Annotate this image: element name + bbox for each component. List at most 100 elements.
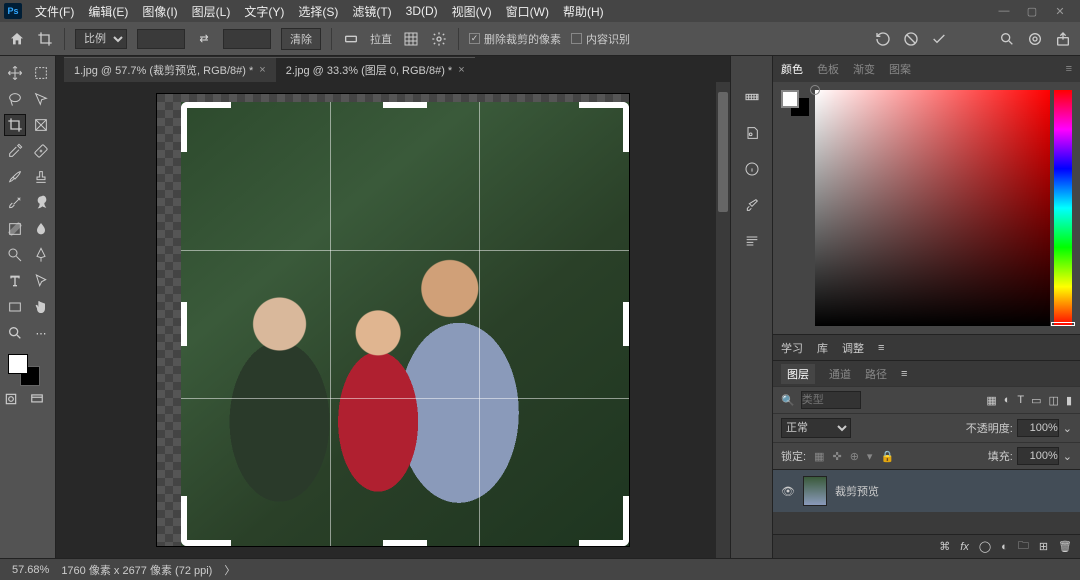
tab-paths[interactable]: 路径	[865, 366, 887, 382]
marquee-tool[interactable]	[30, 62, 52, 84]
tab-swatches[interactable]: 色板	[817, 61, 839, 77]
healing-tool[interactable]	[30, 140, 52, 162]
eyedropper-tool[interactable]	[4, 140, 26, 162]
layer-mask-icon[interactable]: ◯	[979, 540, 991, 553]
content-aware-checkbox[interactable]: 内容识别	[571, 31, 630, 47]
edit-toolbar[interactable]: ⋯	[30, 322, 52, 344]
menu-filter[interactable]: 滤镜(T)	[345, 3, 398, 20]
vertical-scrollbar[interactable]	[716, 82, 730, 558]
crop-settings-icon[interactable]	[430, 30, 448, 48]
crop-tool[interactable]	[4, 114, 26, 136]
ratio-w-input[interactable]	[137, 29, 185, 49]
filter-shape-icon[interactable]: ▭	[1031, 394, 1041, 407]
doc-dimensions[interactable]: 1760 像素 x 2677 像素 (72 ppi)	[61, 562, 212, 578]
menu-image[interactable]: 图像(I)	[135, 3, 184, 20]
blur-tool[interactable]	[30, 218, 52, 240]
move-tool[interactable]	[4, 62, 26, 84]
group-icon[interactable]: 🗀	[1018, 537, 1029, 556]
panel-menu-icon[interactable]: ≡	[878, 342, 884, 354]
reset-crop-icon[interactable]	[874, 30, 892, 48]
path-select-tool[interactable]	[30, 270, 52, 292]
document-tab-2[interactable]: 2.jpg @ 33.3% (图层 0, RGB/8#) *×	[276, 57, 475, 82]
maximize-button[interactable]: ▢	[1024, 3, 1040, 19]
view-extras-icon[interactable]	[1026, 30, 1044, 48]
close-tab-icon[interactable]: ×	[259, 64, 265, 76]
stamp-tool[interactable]	[30, 166, 52, 188]
search-icon[interactable]	[998, 30, 1016, 48]
crop-handle-tl[interactable]	[181, 102, 231, 152]
visibility-icon[interactable]: 👁	[781, 485, 795, 498]
zoom-level[interactable]: 57.68%	[12, 564, 49, 576]
tab-gradients[interactable]: 渐变	[853, 61, 875, 77]
commit-crop-icon[interactable]	[930, 30, 948, 48]
filter-adjust-icon[interactable]: ◐	[1004, 394, 1011, 407]
layer-filter-select[interactable]	[801, 391, 861, 409]
dock-info-icon[interactable]	[741, 158, 763, 180]
filter-toggle-icon[interactable]: ▮	[1066, 394, 1072, 407]
filter-pixel-icon[interactable]: ▦	[986, 394, 996, 407]
swap-icon[interactable]: ⇄	[195, 30, 213, 48]
dock-paragraph-icon[interactable]	[741, 230, 763, 252]
tab-patterns[interactable]: 图案	[889, 61, 911, 77]
tab-layers[interactable]: 图层	[781, 364, 815, 384]
tab-color[interactable]: 颜色	[781, 61, 803, 77]
lock-artboard-icon[interactable]: ⊕	[850, 450, 859, 463]
gradient-tool[interactable]	[4, 218, 26, 240]
eraser-tool[interactable]	[30, 192, 52, 214]
lock-position-icon[interactable]: ✜	[832, 450, 841, 463]
menu-edit[interactable]: 编辑(E)	[81, 3, 135, 20]
lasso-tool[interactable]	[4, 88, 26, 110]
document-tab-1[interactable]: 1.jpg @ 57.7% (裁剪预览, RGB/8#) *×	[64, 57, 276, 82]
lock-pixels-icon[interactable]: ▦	[814, 450, 824, 463]
menu-select[interactable]: 选择(S)	[291, 3, 345, 20]
layer-name[interactable]: 裁剪预览	[835, 483, 879, 499]
straighten-icon[interactable]	[342, 30, 360, 48]
minimize-button[interactable]: —	[996, 3, 1012, 19]
tab-libraries[interactable]: 库	[817, 340, 828, 356]
cancel-crop-icon[interactable]	[902, 30, 920, 48]
menu-file[interactable]: 文件(F)	[28, 3, 81, 20]
grid-overlay-icon[interactable]	[402, 30, 420, 48]
status-arrow-icon[interactable]: 〉	[224, 562, 235, 578]
crop-handle-t[interactable]	[383, 102, 427, 108]
screen-mode-icon[interactable]	[30, 392, 44, 406]
share-icon[interactable]	[1054, 30, 1072, 48]
panel-menu-icon[interactable]: ≡	[1066, 63, 1072, 75]
type-tool[interactable]	[4, 270, 26, 292]
link-layers-icon[interactable]: ⌘	[939, 540, 950, 553]
close-button[interactable]: ✕	[1052, 3, 1068, 19]
color-field[interactable]	[815, 90, 1050, 326]
blend-mode-select[interactable]: 正常	[781, 418, 851, 438]
frame-tool[interactable]	[30, 114, 52, 136]
opacity-input[interactable]	[1017, 419, 1059, 437]
menu-window[interactable]: 窗口(W)	[499, 3, 556, 20]
layer-row[interactable]: 👁 裁剪预览	[773, 470, 1080, 512]
close-tab-icon[interactable]: ×	[458, 64, 464, 76]
tab-adjustments[interactable]: 调整	[842, 340, 864, 356]
crop-handle-tr[interactable]	[579, 102, 629, 152]
clear-button[interactable]: 清除	[281, 28, 321, 50]
tab-learn[interactable]: 学习	[781, 340, 803, 356]
layer-fx-icon[interactable]: fx	[960, 541, 969, 553]
dock-history-icon[interactable]	[741, 122, 763, 144]
zoom-tool[interactable]	[4, 322, 26, 344]
menu-view[interactable]: 视图(V)	[445, 3, 499, 20]
menu-help[interactable]: 帮助(H)	[556, 3, 611, 20]
hand-tool[interactable]	[30, 296, 52, 318]
delete-cropped-checkbox[interactable]: ✓删除裁剪的像素	[469, 31, 561, 47]
history-brush-tool[interactable]	[4, 192, 26, 214]
lock-all-icon[interactable]: 🔒	[880, 450, 894, 463]
fill-input[interactable]	[1017, 447, 1059, 465]
crop-handle-br[interactable]	[579, 496, 629, 546]
ratio-select[interactable]: 比例	[75, 29, 127, 49]
delete-layer-icon[interactable]: 🗑	[1058, 540, 1072, 553]
rectangle-tool[interactable]	[4, 296, 26, 318]
crop-handle-l[interactable]	[181, 302, 187, 346]
pen-tool[interactable]	[30, 244, 52, 266]
crop-overlay[interactable]	[181, 102, 629, 546]
color-swatches[interactable]	[4, 352, 52, 388]
adjustment-layer-icon[interactable]: ◐	[1001, 541, 1008, 553]
crop-tool-icon[interactable]	[36, 30, 54, 48]
crop-handle-b[interactable]	[383, 540, 427, 546]
tab-channels[interactable]: 通道	[829, 366, 851, 382]
